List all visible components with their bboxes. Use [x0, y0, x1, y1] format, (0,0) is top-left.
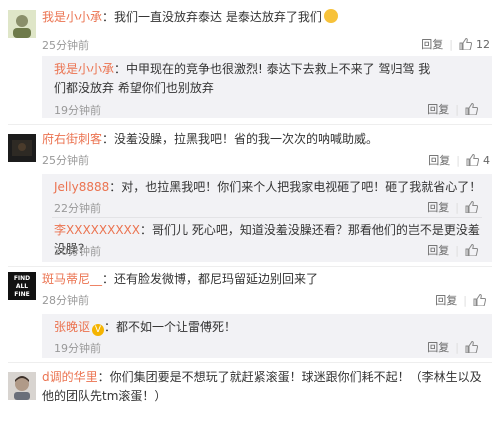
- like-button[interactable]: [465, 201, 482, 213]
- like-button[interactable]: [465, 341, 482, 353]
- svg-text:FIND: FIND: [14, 275, 30, 282]
- emoji-icon: [323, 9, 338, 23]
- comment-divider: [8, 362, 492, 363]
- avatar-image: FIND ALL FINE: [8, 272, 36, 300]
- comment-divider: [8, 124, 492, 125]
- divider: |: [455, 243, 459, 257]
- reply-time: 20分钟前: [54, 245, 101, 258]
- divider: |: [449, 37, 453, 51]
- reply-time: 19分钟前: [54, 342, 101, 355]
- replies-box: 我是小小承：中甲现在的竞争也很激烈! 泰达下去救上不来了 驾归驾 我们都没放弃 …: [42, 56, 492, 118]
- reply-button[interactable]: 回复: [427, 339, 449, 355]
- avatar-image: [8, 134, 36, 162]
- like-button[interactable]: 12: [459, 38, 490, 51]
- avatar[interactable]: [8, 134, 36, 162]
- reply-button[interactable]: 回复: [427, 199, 449, 215]
- like-count: 4: [483, 153, 490, 167]
- divider: |: [455, 340, 459, 354]
- reply-username[interactable]: 张晚讴: [54, 320, 90, 334]
- reply-username[interactable]: Jelly8888: [54, 180, 109, 194]
- comment-text: d调的华里：你们集团要是不想玩了就赶紧滚蛋！球迷跟你们耗不起！（李林生以及他的团…: [42, 368, 488, 406]
- reply-button[interactable]: 回复: [435, 292, 457, 308]
- reply-button[interactable]: 回复: [427, 242, 449, 258]
- comment-time: 25分钟前: [42, 39, 89, 52]
- verified-badge-icon: V: [92, 324, 105, 336]
- comment-username[interactable]: 斑马蒂尼__: [42, 272, 102, 286]
- divider: |: [455, 102, 459, 116]
- reply-text: 李XXXXXXXXX：哥们儿 死心吧，知道没羞没臊还看？那看他们的岂不是更没羞没…: [54, 221, 484, 259]
- reply-time: 19分钟前: [54, 104, 101, 117]
- reply-button[interactable]: 回复: [421, 36, 443, 52]
- thumbs-up-icon: [465, 103, 478, 115]
- comment-time: 28分钟前: [42, 294, 89, 307]
- thumbs-up-icon: [465, 244, 478, 256]
- reply-body: ：都不如一个让雷傅死！: [104, 320, 237, 334]
- thumbs-up-icon: [465, 201, 478, 213]
- reply-text: 张晚讴 V ：都不如一个让雷傅死！: [54, 318, 484, 337]
- reply-actions: 回复 |: [427, 339, 482, 355]
- reply-button[interactable]: 回复: [427, 101, 449, 117]
- avatar[interactable]: [8, 10, 36, 38]
- comment-text: 斑马蒂尼__：还有脸发微博，都尼玛留延边别回来了: [42, 270, 492, 289]
- replies-box: Jelly8888：对，也拉黑我吧！你们来个人把我家电视砸了吧！砸了我就省心了！…: [42, 174, 492, 262]
- comment-username[interactable]: 我是小小承: [42, 10, 102, 24]
- reply-username[interactable]: 李XXXXXXXXX: [54, 223, 140, 237]
- reply-text: 我是小小承：中甲现在的竞争也很激烈! 泰达下去救上不来了 驾归驾 我们都没放弃 …: [54, 60, 434, 98]
- like-button[interactable]: [473, 294, 490, 306]
- comment-body: ：还有脸发微博，都尼玛留延边别回来了: [102, 272, 319, 286]
- reply-actions: 回复 |: [427, 199, 482, 215]
- comment-username[interactable]: 府右街刺客: [42, 132, 102, 146]
- reply-body: ：对，也拉黑我吧！你们来个人把我家电视砸了吧！砸了我就省心了！: [109, 180, 482, 194]
- reply-actions: 回复 |: [427, 101, 482, 117]
- comment-actions: 回复 | 4: [428, 152, 490, 168]
- comment-body: ：你们集团要是不想玩了就赶紧滚蛋！球迷跟你们耗不起！（李林生以及他的团队先tm滚…: [42, 370, 482, 403]
- avatar[interactable]: FIND ALL FINE: [8, 272, 36, 300]
- thumbs-up-icon: [466, 154, 479, 166]
- divider: |: [463, 293, 467, 307]
- svg-text:ALL: ALL: [16, 283, 28, 290]
- comment-actions: 回复 |: [435, 292, 490, 308]
- reply-button[interactable]: 回复: [428, 152, 450, 168]
- comment-text: 我是小小承：我们一直没放弃泰达 是泰达放弃了我们: [42, 8, 492, 27]
- like-count: 12: [476, 37, 490, 51]
- reply-text: Jelly8888：对，也拉黑我吧！你们来个人把我家电视砸了吧！砸了我就省心了！: [54, 178, 484, 197]
- avatar-image: [8, 10, 36, 38]
- comment-body: ：没羞没臊，拉黑我吧！省的我一次次的呐喊助威。: [102, 132, 379, 146]
- replies-box: 张晚讴 V ：都不如一个让雷傅死！ 19分钟前 回复 |: [42, 314, 492, 358]
- like-button[interactable]: [465, 103, 482, 115]
- comment-actions: 回复 | 12: [421, 36, 490, 52]
- like-button[interactable]: [465, 244, 482, 256]
- comment-username[interactable]: d调的华里: [42, 370, 98, 384]
- comment-body: ：我们一直没放弃泰达 是泰达放弃了我们: [102, 10, 322, 24]
- like-button[interactable]: 4: [466, 154, 490, 167]
- divider: |: [455, 200, 459, 214]
- reply-divider: [52, 217, 482, 218]
- comment-divider: [8, 266, 492, 267]
- avatar[interactable]: [8, 372, 36, 400]
- thumbs-up-icon: [473, 294, 486, 306]
- thumbs-up-icon: [465, 341, 478, 353]
- svg-text:FINE: FINE: [14, 291, 29, 298]
- reply-username[interactable]: 我是小小承: [54, 62, 114, 76]
- comment-text: 府右街刺客：没羞没臊，拉黑我吧！省的我一次次的呐喊助威。: [42, 130, 492, 149]
- comment-time: 25分钟前: [42, 154, 89, 167]
- reply-time: 22分钟前: [54, 202, 101, 215]
- thumbs-up-icon: [459, 38, 472, 50]
- avatar-image: [8, 372, 36, 400]
- divider: |: [456, 153, 460, 167]
- reply-actions: 回复 |: [427, 242, 482, 258]
